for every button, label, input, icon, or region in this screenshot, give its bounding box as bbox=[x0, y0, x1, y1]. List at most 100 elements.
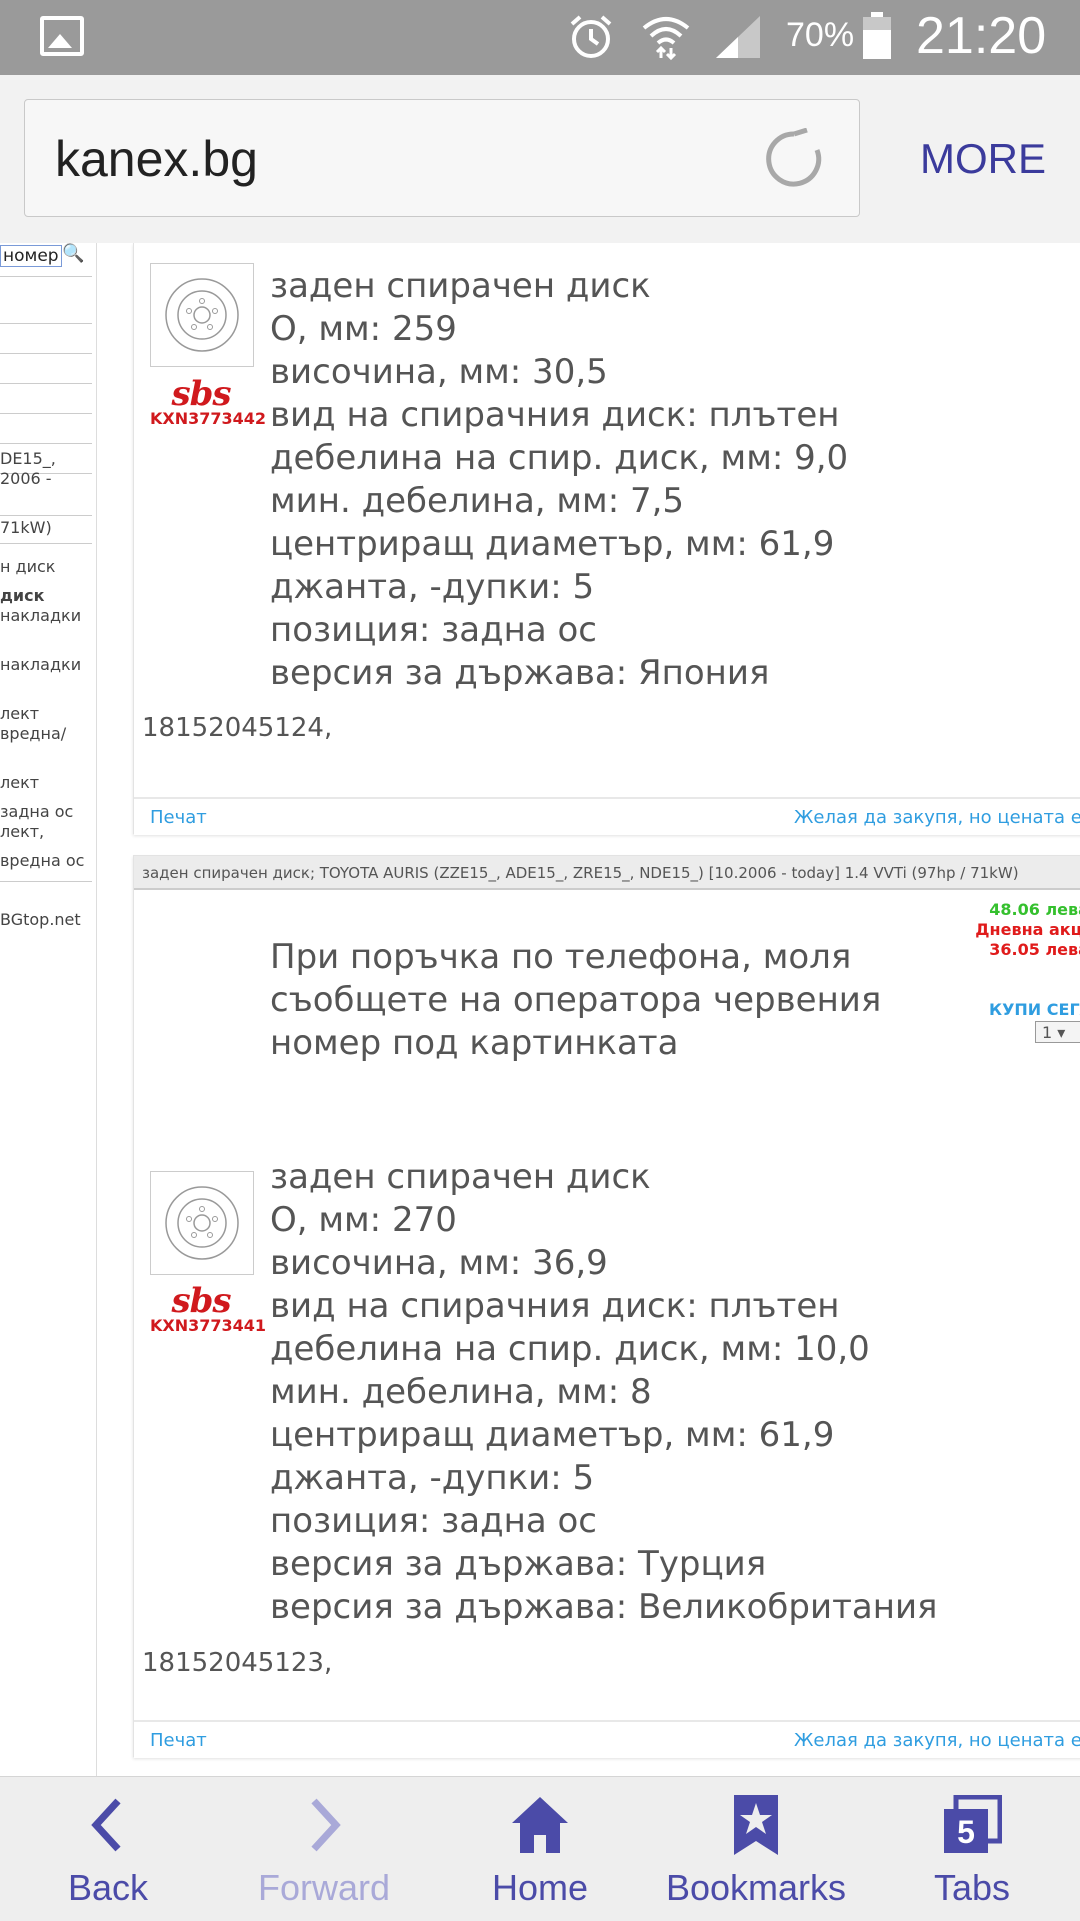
brand-name: sbs bbox=[171, 374, 231, 414]
tabs-count: 5 bbox=[957, 1814, 975, 1850]
forward-button[interactable]: Forward bbox=[216, 1777, 432, 1921]
sidebar-item[interactable]: накладки bbox=[0, 606, 81, 626]
sidebar-item[interactable]: лект, bbox=[0, 822, 44, 842]
sidebar-item[interactable]: 2006 - bbox=[0, 469, 52, 489]
sidebar-item[interactable]: 71kW) bbox=[0, 518, 52, 538]
home-label: Home bbox=[491, 1867, 589, 1908]
buy-now-button[interactable]: КУПИ СЕГА bbox=[989, 1000, 1080, 1019]
bookmarks-button[interactable]: Bookmarks bbox=[648, 1777, 864, 1921]
more-menu-button[interactable]: MORE bbox=[920, 135, 1046, 183]
home-icon bbox=[512, 1797, 568, 1853]
promo-price: 36.05 лева с bbox=[989, 940, 1080, 959]
product-image[interactable] bbox=[150, 1171, 254, 1275]
forward-label: Forward bbox=[257, 1867, 391, 1908]
card-actions: Печат Желая да закупя, но цената е ви bbox=[134, 797, 1080, 835]
spec-line: джанта, -дупки: 5 bbox=[270, 567, 595, 607]
reload-icon[interactable] bbox=[763, 128, 825, 190]
print-link[interactable]: Печат bbox=[150, 1730, 207, 1751]
sidebar-link[interactable]: BGtop.net bbox=[0, 910, 81, 930]
sidebar-item[interactable]: диск bbox=[0, 586, 44, 606]
spec-line: вид на спирачния диск: плътен bbox=[270, 395, 840, 435]
spec-line: височина, мм: 36,9 bbox=[270, 1243, 608, 1283]
sidebar-item[interactable]: н диск bbox=[0, 557, 55, 577]
clock: 21:20 bbox=[916, 7, 1047, 65]
bookmarks-label: Bookmarks bbox=[665, 1867, 847, 1908]
home-button[interactable]: Home bbox=[432, 1777, 648, 1921]
price-request-link[interactable]: Желая да закупя, но цената е ви bbox=[794, 807, 1080, 828]
card-actions: Печат Желая да закупя, но цената е ви bbox=[134, 1720, 1080, 1758]
sidebar-item[interactable]: DE15_, bbox=[0, 449, 56, 469]
phone-order-note: При поръчка по телефона, моля съобщете н… bbox=[270, 937, 882, 1063]
spec-line: вид на спирачния диск: плътен bbox=[270, 1286, 840, 1326]
spec-line: версия за държава: Турция bbox=[270, 1544, 767, 1584]
address-bar[interactable]: kanex.bg bbox=[24, 99, 860, 217]
wifi-icon bbox=[642, 17, 690, 61]
spec-line: дебелина на спир. диск, мм: 9,0 bbox=[270, 438, 849, 478]
tabs-label: Tabs bbox=[933, 1867, 1011, 1908]
tabs-icon: 5 bbox=[944, 1795, 1002, 1853]
back-label: Back bbox=[67, 1867, 149, 1908]
status-bar: 70% 21:20 bbox=[0, 0, 1080, 75]
product-title[interactable]: заден спирачен диск; TOYOTA AURIS (ZZE15… bbox=[134, 856, 1080, 890]
forward-arrow-icon bbox=[311, 1798, 341, 1852]
search-icon[interactable]: 🔍 bbox=[62, 243, 84, 264]
spec-line: мин. дебелина, мм: 8 bbox=[270, 1372, 652, 1412]
sidebar-search-input[interactable]: номер bbox=[0, 245, 62, 267]
back-button[interactable]: Back bbox=[0, 1777, 216, 1921]
sidebar-divider bbox=[0, 323, 92, 324]
sidebar-divider bbox=[0, 881, 92, 882]
regular-price: 48.06 лева с bbox=[989, 900, 1080, 919]
sidebar-divider bbox=[0, 276, 92, 277]
signal-icon bbox=[716, 16, 760, 58]
product-card: заден спирачен диск; TOYOTA AURIS (ZZE15… bbox=[133, 855, 1080, 1758]
url-text[interactable]: kanex.bg bbox=[55, 130, 258, 188]
brand-name: sbs bbox=[171, 1281, 231, 1321]
web-page: номер 🔍 DE15_, 2006 - 71kW) н диск диск … bbox=[0, 243, 1080, 1776]
sidebar-item[interactable]: задна ос bbox=[0, 802, 73, 822]
product-specs: заден спирачен диск O, мм: 259 височина,… bbox=[270, 265, 848, 695]
oem-number: 18152045124, bbox=[142, 713, 333, 743]
sidebar-search: номер 🔍 bbox=[0, 243, 92, 267]
brand-logo: sbs KXN3773441 bbox=[150, 1281, 267, 1335]
product-code: KXN3773442 bbox=[150, 409, 267, 428]
brake-disc-icon bbox=[165, 278, 239, 352]
spec-line: заден спирачен диск bbox=[270, 1157, 651, 1197]
product-code: KXN3773441 bbox=[150, 1316, 267, 1335]
spec-line: позиция: задна ос bbox=[270, 610, 597, 650]
oem-number: 18152045123, bbox=[142, 1648, 333, 1678]
product-image[interactable] bbox=[150, 263, 254, 367]
sidebar-divider bbox=[0, 515, 92, 516]
quantity-select[interactable]: 1 ▾ bbox=[1035, 1021, 1080, 1043]
browser-bottom-nav: Back Forward Home Bookmarks 5 Tabs bbox=[0, 1776, 1080, 1921]
spec-line: O, мм: 259 bbox=[270, 309, 457, 349]
tabs-button[interactable]: 5 Tabs bbox=[864, 1777, 1080, 1921]
price-block: 48.06 лева с Дневна акция 36.05 лева с bbox=[964, 900, 1080, 960]
spec-line: позиция: задна ос bbox=[270, 1501, 597, 1541]
browser-toolbar: kanex.bg MORE bbox=[0, 75, 1080, 244]
bookmark-star-icon bbox=[734, 1795, 778, 1855]
sidebar-divider bbox=[0, 413, 92, 414]
back-arrow-icon bbox=[91, 1798, 121, 1852]
spec-line: височина, мм: 30,5 bbox=[270, 352, 608, 392]
sidebar-item[interactable]: лект bbox=[0, 773, 39, 793]
print-link[interactable]: Печат bbox=[150, 807, 207, 828]
battery-percent: 70% bbox=[786, 16, 855, 54]
sidebar-item[interactable]: лект bbox=[0, 704, 39, 724]
sidebar-divider bbox=[0, 383, 92, 384]
gallery-icon bbox=[40, 16, 84, 56]
sidebar-item[interactable]: вредна/ bbox=[0, 724, 66, 744]
product-card: sbs KXN3773442 заден спирачен диск O, мм… bbox=[133, 243, 1080, 835]
sidebar-item[interactable]: вредна ос bbox=[0, 851, 84, 871]
battery-icon bbox=[863, 12, 891, 59]
alarm-icon bbox=[570, 15, 612, 58]
spec-line: центриращ диаметър, мм: 61,9 bbox=[270, 1415, 835, 1455]
spec-line: версия за държава: Япония bbox=[270, 653, 770, 693]
spec-line: заден спирачен диск bbox=[270, 266, 651, 306]
brake-disc-icon bbox=[165, 1186, 239, 1260]
sidebar-item[interactable]: накладки bbox=[0, 655, 81, 675]
spec-line: джанта, -дупки: 5 bbox=[270, 1458, 595, 1498]
spec-line: дебелина на спир. диск, мм: 10,0 bbox=[270, 1329, 870, 1369]
price-request-link[interactable]: Желая да закупя, но цената е ви bbox=[794, 1730, 1080, 1751]
spec-line: мин. дебелина, мм: 7,5 bbox=[270, 481, 685, 521]
spec-line: O, мм: 270 bbox=[270, 1200, 457, 1240]
